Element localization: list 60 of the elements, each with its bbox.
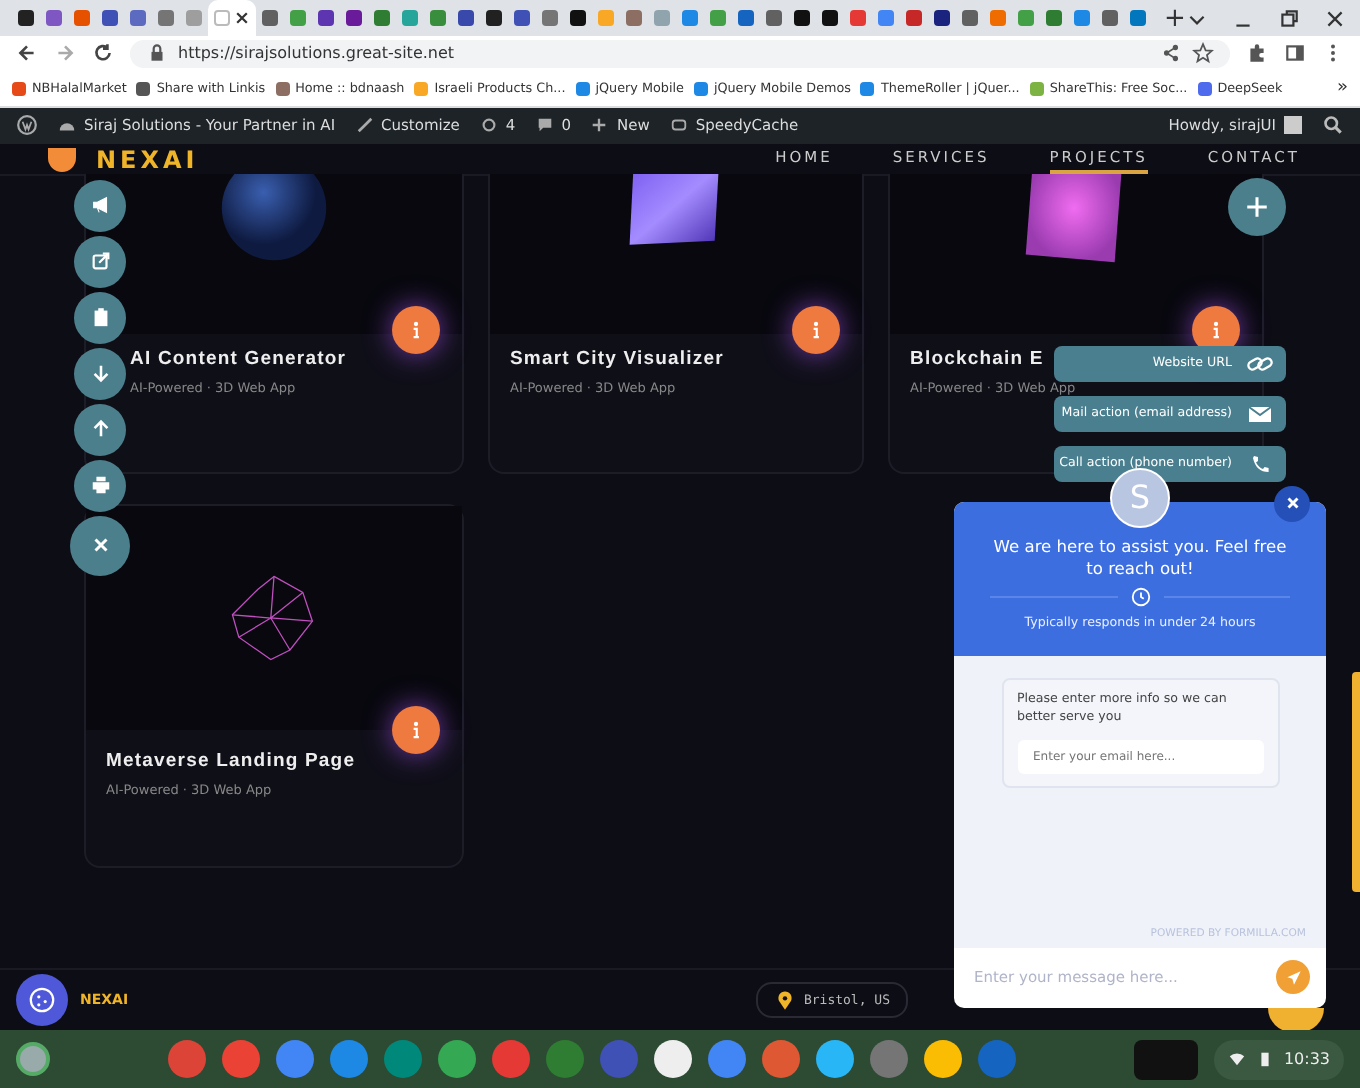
wordpress-logo-icon[interactable] [16, 114, 38, 137]
lock-icon [146, 42, 168, 65]
address-bar[interactable]: https://sirajsolutions.great-site.net [130, 39, 1230, 68]
clock-icon [1129, 586, 1151, 609]
plus-icon [590, 116, 609, 135]
new-tab-button[interactable]: + [1164, 3, 1186, 33]
clipboard-icon [89, 306, 111, 329]
cookie-button[interactable] [16, 974, 68, 1027]
close-icon[interactable] [1323, 7, 1346, 29]
up-icon [89, 418, 111, 441]
battery-icon [1255, 1050, 1274, 1069]
more-bookmarks-button[interactable]: » [1336, 78, 1348, 99]
close-icon [89, 534, 111, 557]
brush-icon [355, 116, 374, 135]
clock-time: 10:33 [1283, 1050, 1330, 1069]
close-icon [1283, 494, 1301, 513]
share-icon [89, 250, 111, 273]
url-text: https://sirajsolutions.great-site.net [178, 44, 455, 63]
project-title: Metaverse Landing Page [106, 749, 356, 772]
plus-icon [1244, 193, 1270, 220]
wifi-icon [1227, 1050, 1246, 1069]
app-icon[interactable] [815, 1040, 854, 1079]
search-icon[interactable] [1322, 114, 1344, 137]
close-menu-button[interactable] [70, 515, 130, 576]
avatar-icon [1284, 116, 1302, 135]
launcher-icon[interactable] [16, 1042, 50, 1077]
chat-launcher-button[interactable] [1268, 1007, 1324, 1031]
down-icon [89, 362, 111, 385]
reload-icon[interactable] [92, 42, 114, 65]
app-icon[interactable] [653, 1040, 692, 1079]
location-pin-icon [773, 989, 796, 1012]
send-icon [1283, 967, 1303, 988]
share-icon[interactable] [1160, 42, 1182, 65]
close-icon[interactable] [234, 10, 250, 26]
app-icon[interactable] [923, 1040, 962, 1079]
site-logo[interactable]: NEXAI [48, 145, 199, 174]
status-tray[interactable]: 10:33 [1213, 1039, 1344, 1080]
star-icon[interactable] [1192, 42, 1214, 65]
project-title: Blockchain E [910, 347, 1044, 370]
chat-heading: We are here to assist you. Feel free to reach out! [991, 535, 1289, 581]
refresh-icon [479, 116, 498, 135]
shield-icon [48, 147, 76, 172]
comment-icon [535, 116, 554, 135]
print-button[interactable] [74, 459, 126, 512]
extensions-icon[interactable] [1246, 42, 1268, 65]
project-title: Smart City Visualizer [510, 347, 724, 370]
robot-icon [669, 116, 688, 135]
cookie-icon [26, 984, 58, 1017]
envelope-icon [1246, 403, 1274, 424]
browser-tab[interactable] [208, 0, 256, 36]
logo-text: NEXAI [96, 145, 199, 174]
restore-icon[interactable] [1277, 7, 1300, 29]
close-chat-button[interactable] [1274, 485, 1310, 522]
print-icon [89, 474, 111, 497]
project-title: AI Content Generator [130, 347, 347, 370]
side-panel-icon[interactable] [1284, 42, 1306, 65]
link-icon [1246, 353, 1274, 374]
sphere-drawing [216, 173, 332, 266]
back-icon[interactable] [16, 42, 38, 65]
megaphone-icon [89, 194, 111, 217]
